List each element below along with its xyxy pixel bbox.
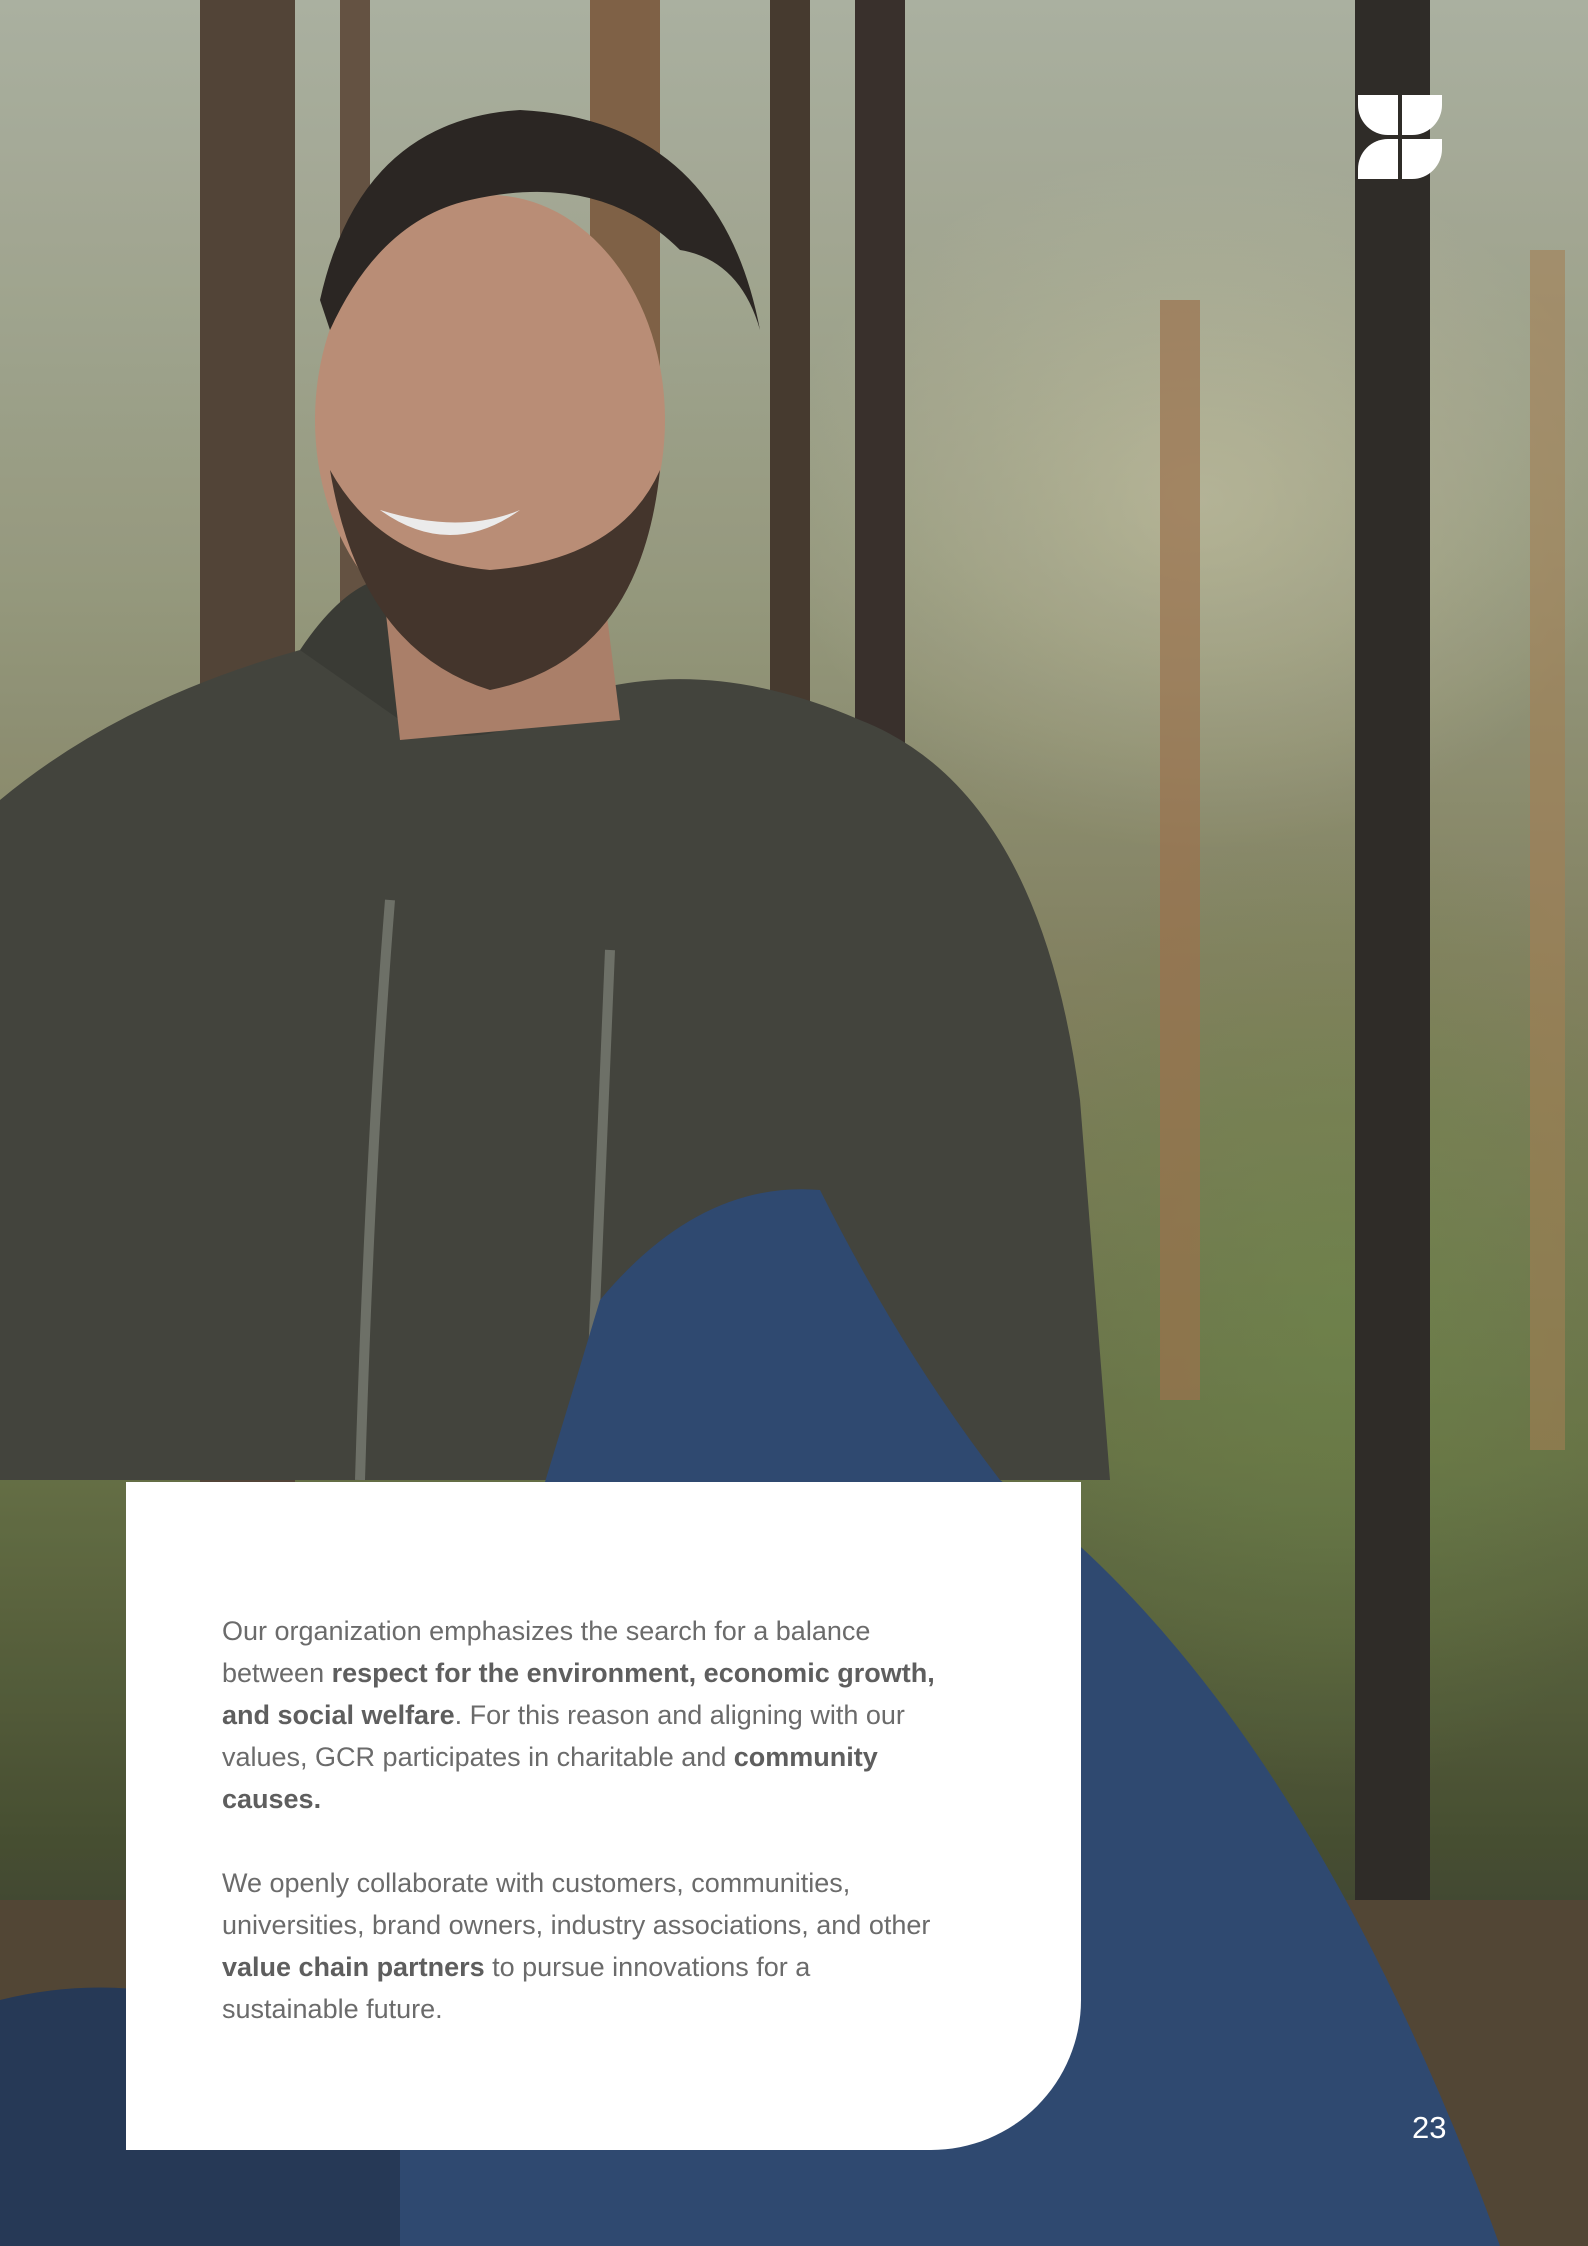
four-leaf-brand-icon — [1358, 95, 1442, 179]
text-card: Our organization emphasizes the search f… — [126, 1482, 1081, 2150]
card-body: Our organization emphasizes the search f… — [222, 1610, 942, 2030]
paragraph-text: We openly collaborate with customers, co… — [222, 1868, 931, 1940]
paragraph-collaboration: We openly collaborate with customers, co… — [222, 1862, 942, 2030]
brand-logo-icon — [1358, 95, 1442, 179]
page-number: 23 — [1412, 2110, 1447, 2145]
bold-phrase: value chain partners — [222, 1952, 485, 1982]
paragraph-balance: Our organization emphasizes the search f… — [222, 1610, 942, 1820]
